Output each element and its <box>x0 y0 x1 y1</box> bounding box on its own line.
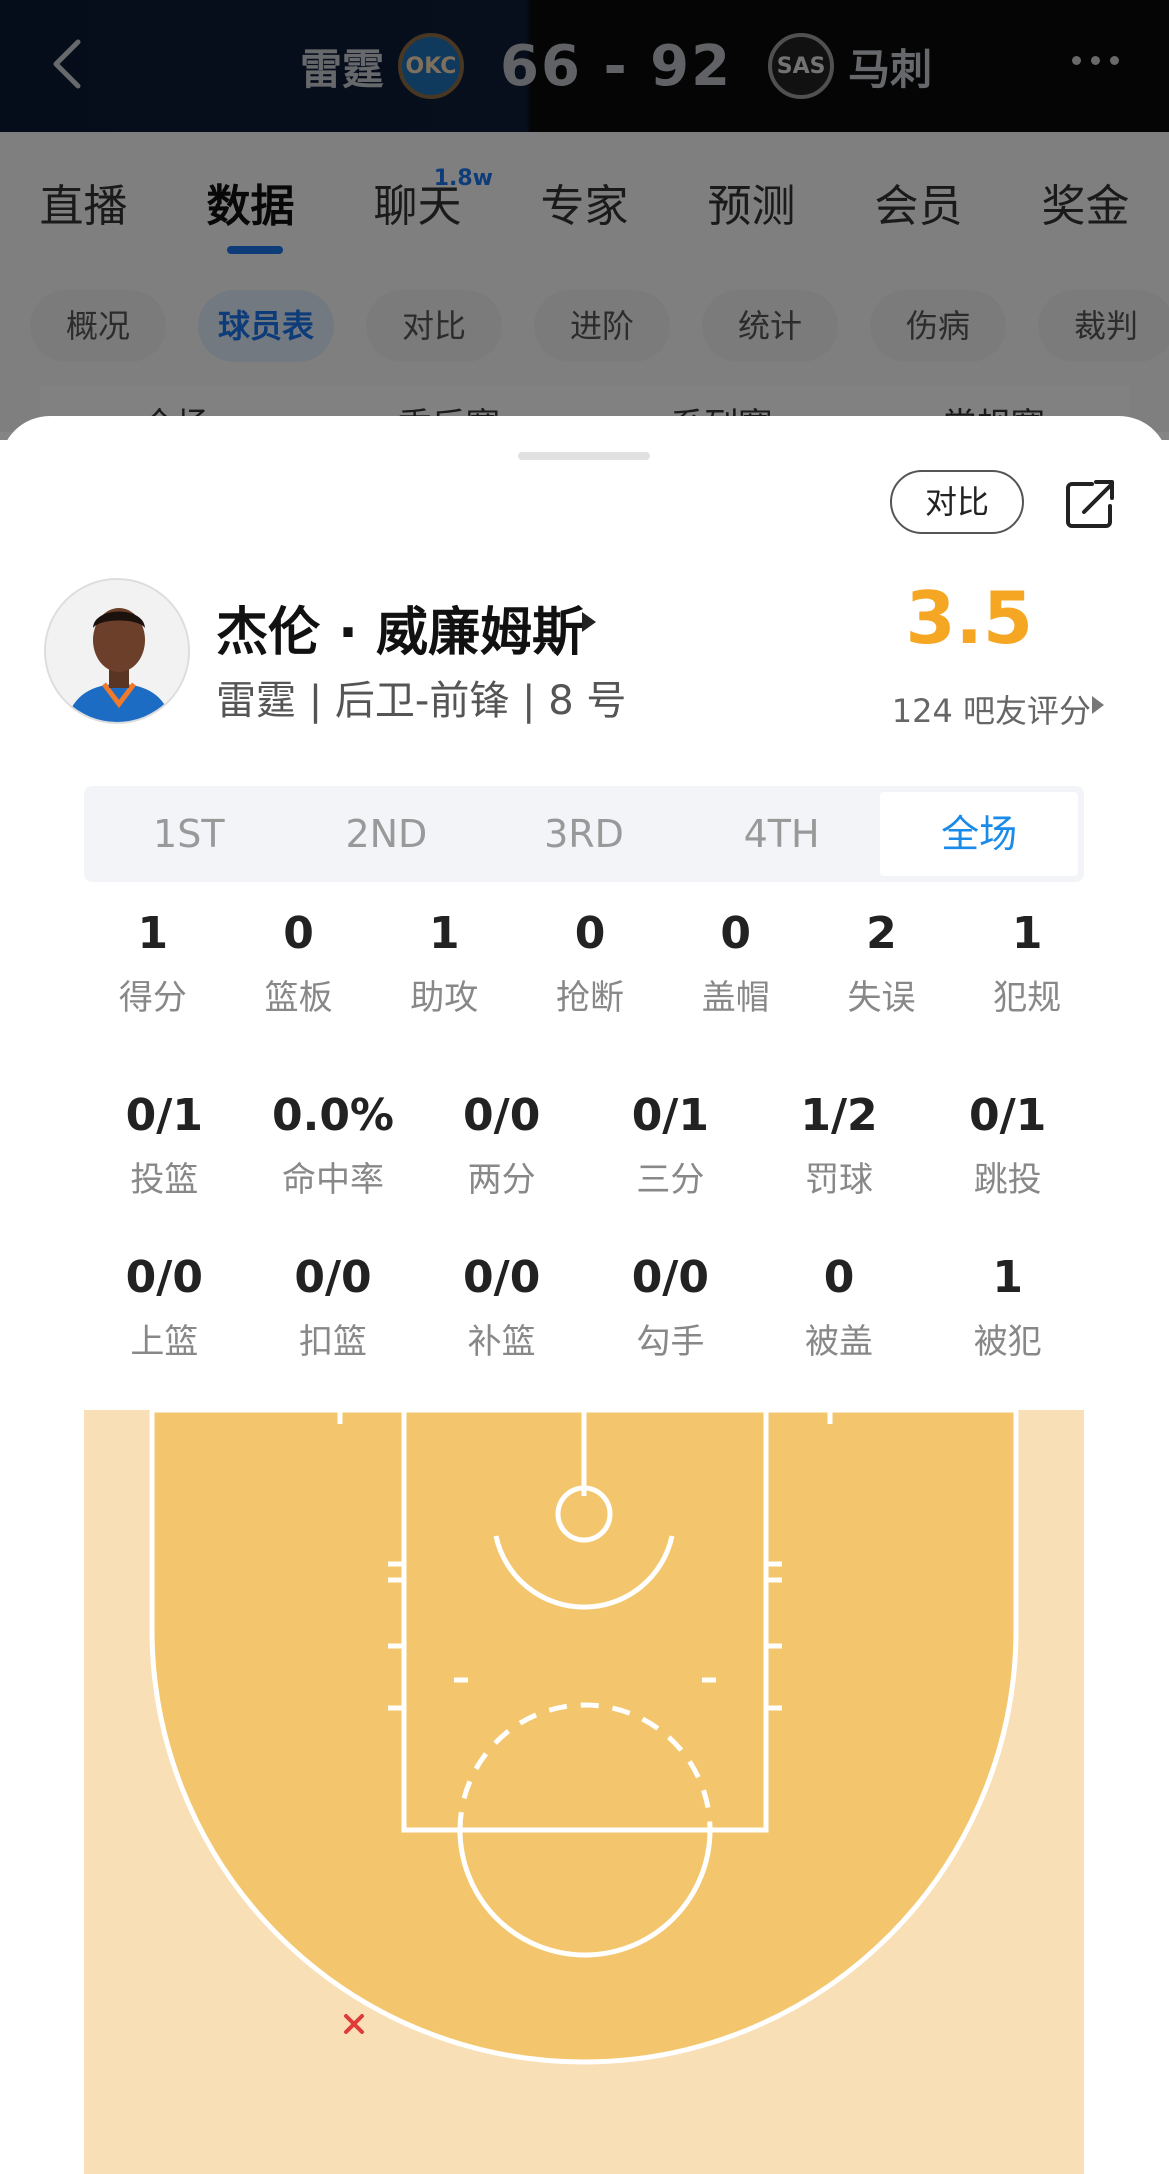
compare-button[interactable]: 对比 <box>890 470 1024 534</box>
stat-assists: 1 助攻 <box>410 908 479 1018</box>
stat-tip-ins: 0/0 补篮 <box>463 1252 541 1362</box>
modal-overlay[interactable] <box>0 0 1169 440</box>
stat-fouls-drawn: 1 被犯 <box>973 1252 1042 1362</box>
stat-rebounds: 0 篮板 <box>264 908 333 1018</box>
stat-jump-shots: 0/1 跳投 <box>969 1090 1047 1200</box>
stat-layups: 0/0 上篮 <box>125 1252 203 1362</box>
period-tab-3rd[interactable]: 3RD <box>485 792 683 876</box>
period-tab-1st[interactable]: 1ST <box>90 792 288 876</box>
shot-type-stats-row: 0/0 上篮 0/0 扣篮 0/0 补篮 0/0 勾手 0 被盖 1 被犯 <box>80 1250 1092 1363</box>
period-tab-4th[interactable]: 4TH <box>683 792 881 876</box>
rating-arrow-icon[interactable] <box>1092 696 1104 714</box>
player-name[interactable]: 杰伦 · 威廉姆斯 <box>216 590 584 665</box>
stat-fg-percentage: 0.0% 命中率 <box>271 1090 395 1200</box>
period-selector: 1ST 2ND 3RD 4TH 全场 <box>84 786 1084 882</box>
shot-chart-court <box>84 1410 1084 2174</box>
stat-blocked: 0 被盖 <box>805 1252 874 1362</box>
stat-hook-shots: 0/0 勾手 <box>631 1252 709 1362</box>
basic-stats-row: 1 得分 0 篮板 1 助攻 0 抢断 0 盖帽 2 失误 1 犯规 <box>80 906 1100 1019</box>
stat-blocks: 0 盖帽 <box>701 908 770 1018</box>
player-avatar[interactable] <box>44 578 190 724</box>
fan-rating-score: 3.5 <box>905 576 1033 660</box>
stat-field-goals: 0/1 投篮 <box>125 1090 203 1200</box>
player-detail-sheet: 对比 杰伦 · 威廉姆斯 雷霆 | 后卫-前锋 | 8 号 3.5 124 吧友… <box>0 416 1169 2174</box>
stat-fouls: 1 犯规 <box>993 908 1062 1018</box>
player-profile-arrow-icon[interactable] <box>582 612 596 632</box>
stat-steals: 0 抢断 <box>556 908 625 1018</box>
period-tab-2nd[interactable]: 2ND <box>288 792 486 876</box>
period-tab-full-game[interactable]: 全场 <box>880 792 1078 876</box>
stat-turnovers: 2 失误 <box>847 908 916 1018</box>
player-team-position-number: 雷霆 | 后卫-前锋 | 8 号 <box>216 678 627 724</box>
fan-rating-count-link[interactable]: 124 吧友评分 <box>892 686 1091 732</box>
stat-two-pointers: 0/0 两分 <box>463 1090 541 1200</box>
stat-three-pointers: 0/1 三分 <box>631 1090 709 1200</box>
shooting-stats-row: 0/1 投篮 0.0% 命中率 0/0 两分 0/1 三分 1/2 罚球 0/1 跳投 <box>80 1088 1092 1201</box>
stat-free-throws: 1/2 罚球 <box>800 1090 878 1200</box>
stat-points: 1 得分 <box>118 908 187 1018</box>
share-icon[interactable] <box>1062 476 1118 532</box>
stat-dunks: 0/0 扣篮 <box>294 1252 372 1362</box>
drag-handle[interactable] <box>518 452 650 460</box>
